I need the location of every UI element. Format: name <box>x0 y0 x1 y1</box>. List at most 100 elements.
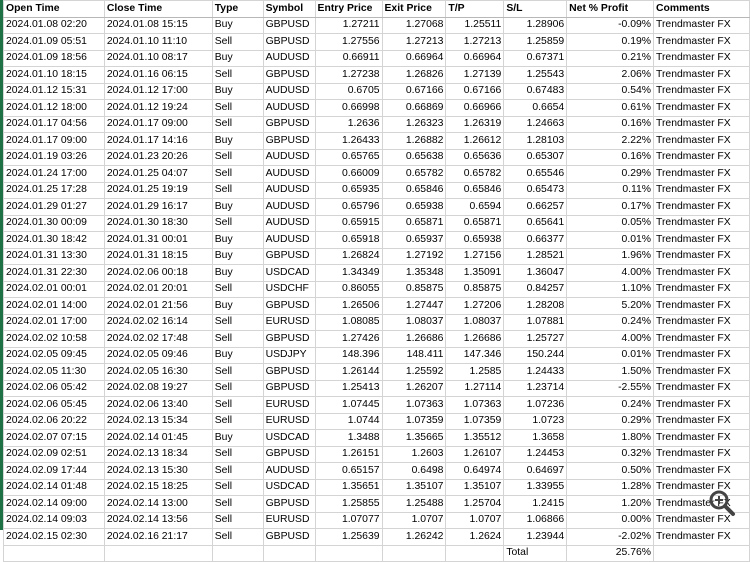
col-entry-price-cell[interactable]: 0.65935 <box>314 181 383 199</box>
col-comments-cell[interactable]: Trendmaster FX <box>653 528 750 546</box>
col-sl-cell[interactable]: 1.24433 <box>503 363 568 381</box>
col-exit-price-cell[interactable]: 1.27192 <box>381 247 447 265</box>
empty-cell[interactable] <box>445 544 505 562</box>
col-symbol-cell[interactable]: GBPUSD <box>262 247 316 265</box>
col-close-time-cell[interactable]: 2024.02.05 16:30 <box>103 363 213 381</box>
col-close-time-cell[interactable]: 2024.01.12 19:24 <box>103 99 213 117</box>
col-close-time-cell[interactable]: 2024.02.08 19:27 <box>103 379 213 397</box>
col-open-time-cell[interactable]: 2024.01.12 18:00 <box>3 99 105 117</box>
col-tp-cell[interactable]: 1.0707 <box>445 511 505 529</box>
col-sl-cell[interactable]: 1.25727 <box>503 330 568 348</box>
col-net-profit-cell[interactable]: 0.54% <box>566 82 655 100</box>
col-comments-cell[interactable]: Trendmaster FX <box>653 297 750 315</box>
col-comments-cell[interactable]: Trendmaster FX <box>653 363 750 381</box>
col-comments-cell[interactable]: Trendmaster FX <box>653 462 750 480</box>
col-type-cell[interactable]: Sell <box>211 313 264 331</box>
col-tp-cell[interactable]: 147.346 <box>445 346 505 364</box>
col-exit-price-cell[interactable]: 1.35665 <box>381 429 447 447</box>
col-net-profit-cell[interactable]: 1.96% <box>566 247 655 265</box>
col-symbol-cell[interactable]: AUDUSD <box>262 181 316 199</box>
col-type-cell[interactable]: Buy <box>211 82 264 100</box>
col-exit-price-cell[interactable]: 1.0707 <box>381 511 447 529</box>
col-sl-cell[interactable]: 0.66377 <box>503 231 568 249</box>
col-entry-price-cell[interactable]: 1.0744 <box>314 412 383 430</box>
col-open-time-cell[interactable]: 2024.01.31 22:30 <box>3 264 105 282</box>
col-exit-price-header[interactable]: Exit Price <box>381 0 447 18</box>
col-type-cell[interactable]: Sell <box>211 412 264 430</box>
col-close-time-cell[interactable]: 2024.01.30 18:30 <box>103 214 213 232</box>
col-comments-cell[interactable]: Trendmaster FX <box>653 66 750 84</box>
col-comments-cell[interactable]: Trendmaster FX <box>653 264 750 282</box>
col-open-time-cell[interactable]: 2024.01.25 17:28 <box>3 181 105 199</box>
col-type-cell[interactable]: Sell <box>211 445 264 463</box>
col-net-profit-cell[interactable]: -2.55% <box>566 379 655 397</box>
col-close-time-cell[interactable]: 2024.01.17 09:00 <box>103 115 213 133</box>
col-open-time-cell[interactable]: 2024.01.31 13:30 <box>3 247 105 265</box>
col-entry-price-cell[interactable]: 0.65765 <box>314 148 383 166</box>
col-sl-cell[interactable]: 1.24453 <box>503 445 568 463</box>
col-close-time-cell[interactable]: 2024.02.14 13:56 <box>103 511 213 529</box>
col-exit-price-cell[interactable]: 0.65871 <box>381 214 447 232</box>
col-close-time-cell[interactable]: 2024.01.29 16:17 <box>103 198 213 216</box>
col-comments-cell[interactable]: Trendmaster FX <box>653 165 750 183</box>
col-close-time-cell[interactable]: 2024.01.23 20:26 <box>103 148 213 166</box>
col-open-time-cell[interactable]: 2024.01.17 09:00 <box>3 132 105 150</box>
col-entry-price-cell[interactable]: 1.27238 <box>314 66 383 84</box>
col-type-cell[interactable]: Buy <box>211 132 264 150</box>
col-net-profit-cell[interactable]: 4.00% <box>566 330 655 348</box>
col-symbol-cell[interactable]: GBPUSD <box>262 379 316 397</box>
col-sl-cell[interactable]: 0.65473 <box>503 181 568 199</box>
col-tp-cell[interactable]: 1.07363 <box>445 396 505 414</box>
col-close-time-cell[interactable]: 2024.02.06 13:40 <box>103 396 213 414</box>
col-open-time-cell[interactable]: 2024.02.01 17:00 <box>3 313 105 331</box>
col-type-cell[interactable]: Sell <box>211 99 264 117</box>
empty-cell[interactable] <box>653 544 750 562</box>
col-open-time-cell[interactable]: 2024.01.19 03:26 <box>3 148 105 166</box>
col-exit-price-cell[interactable]: 1.35107 <box>381 478 447 496</box>
col-comments-cell[interactable]: Trendmaster FX <box>653 247 750 265</box>
col-type-cell[interactable]: Sell <box>211 66 264 84</box>
col-net-profit-cell[interactable]: 0.11% <box>566 181 655 199</box>
col-tp-cell[interactable]: 0.64974 <box>445 462 505 480</box>
col-symbol-cell[interactable]: AUDUSD <box>262 49 316 67</box>
col-tp-cell[interactable]: 1.35107 <box>445 478 505 496</box>
col-type-cell[interactable]: Sell <box>211 330 264 348</box>
col-exit-price-cell[interactable]: 0.65938 <box>381 198 447 216</box>
col-symbol-cell[interactable]: GBPUSD <box>262 132 316 150</box>
col-net-profit-cell[interactable]: 0.00% <box>566 511 655 529</box>
col-tp-cell[interactable]: 1.26319 <box>445 115 505 133</box>
col-exit-price-cell[interactable]: 1.25488 <box>381 495 447 513</box>
col-exit-price-cell[interactable]: 0.6498 <box>381 462 447 480</box>
col-close-time-cell[interactable]: 2024.02.14 01:45 <box>103 429 213 447</box>
col-net-profit-cell[interactable]: 0.32% <box>566 445 655 463</box>
col-close-time-cell[interactable]: 2024.02.15 18:25 <box>103 478 213 496</box>
col-exit-price-cell[interactable]: 1.26323 <box>381 115 447 133</box>
col-net-profit-cell[interactable]: 2.06% <box>566 66 655 84</box>
col-symbol-cell[interactable]: GBPUSD <box>262 33 316 51</box>
col-close-time-cell[interactable]: 2024.01.10 11:10 <box>103 33 213 51</box>
col-open-time-cell[interactable]: 2024.02.09 02:51 <box>3 445 105 463</box>
col-sl-cell[interactable]: 1.2415 <box>503 495 568 513</box>
col-sl-cell[interactable]: 1.3658 <box>503 429 568 447</box>
col-close-time-cell[interactable]: 2024.02.01 20:01 <box>103 280 213 298</box>
col-type-cell[interactable]: Buy <box>211 231 264 249</box>
col-type-cell[interactable]: Sell <box>211 511 264 529</box>
col-exit-price-cell[interactable]: 1.25592 <box>381 363 447 381</box>
col-net-profit-cell[interactable]: 0.16% <box>566 148 655 166</box>
col-symbol-cell[interactable]: USDCHF <box>262 280 316 298</box>
col-sl-cell[interactable]: 1.28103 <box>503 132 568 150</box>
col-comments-cell[interactable]: Trendmaster FX <box>653 396 750 414</box>
col-open-time-cell[interactable]: 2024.02.14 09:03 <box>3 511 105 529</box>
empty-cell[interactable] <box>3 544 105 562</box>
col-entry-price-cell[interactable]: 1.27556 <box>314 33 383 51</box>
col-exit-price-cell[interactable]: 1.35348 <box>381 264 447 282</box>
col-tp-cell[interactable]: 1.27156 <box>445 247 505 265</box>
col-tp-cell[interactable]: 1.26686 <box>445 330 505 348</box>
zoom-in-icon[interactable] <box>708 489 736 517</box>
col-sl-cell[interactable]: 0.65546 <box>503 165 568 183</box>
col-entry-price-cell[interactable]: 1.26151 <box>314 445 383 463</box>
col-sl-cell[interactable]: 1.23714 <box>503 379 568 397</box>
col-close-time-cell[interactable]: 2024.02.05 09:46 <box>103 346 213 364</box>
col-symbol-cell[interactable]: USDJPY <box>262 346 316 364</box>
col-type-cell[interactable]: Buy <box>211 49 264 67</box>
